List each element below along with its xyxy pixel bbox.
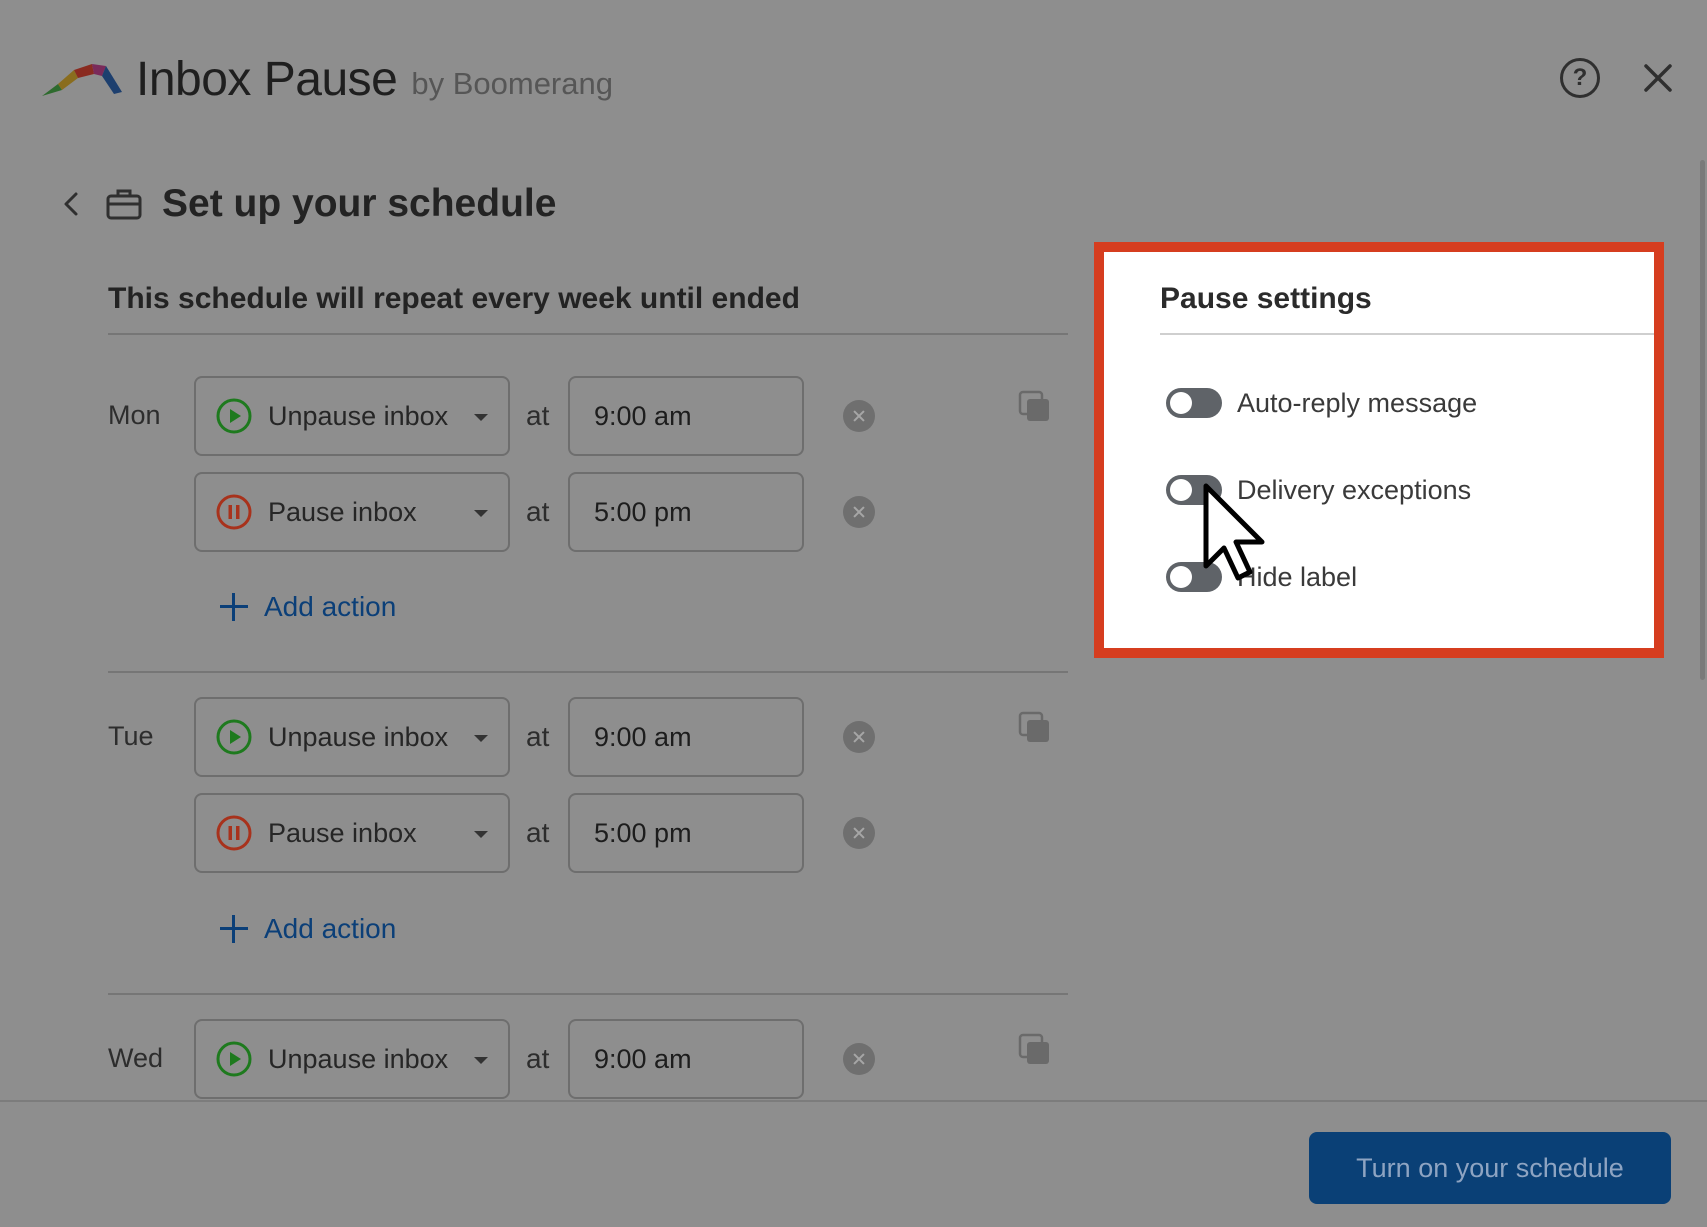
copy-day-icon[interactable] <box>1018 390 1052 424</box>
play-circle-icon <box>216 398 252 434</box>
time-input[interactable]: 5:00 pm <box>568 793 804 873</box>
time-input[interactable]: 9:00 am <box>568 1019 804 1099</box>
pause-circle-icon <box>216 815 252 851</box>
add-action-label: Add action <box>264 913 397 944</box>
play-circle-icon <box>216 719 252 755</box>
app-byline: by Boomerang <box>411 66 613 101</box>
dropdown-caret-icon <box>474 414 488 421</box>
scrollbar[interactable] <box>1700 160 1705 680</box>
dropdown-caret-icon <box>474 510 488 517</box>
day-label-tue: Tue <box>108 721 154 751</box>
schedule-subtitle: This schedule will repeat every week unt… <box>108 282 800 315</box>
help-icon[interactable]: ? <box>1560 58 1600 98</box>
at-label: at <box>526 400 550 431</box>
pause-settings-title: Pause settings <box>1160 282 1372 315</box>
dropdown-caret-icon <box>474 1057 488 1064</box>
boomerang-logo-icon <box>42 64 122 96</box>
plus-icon <box>220 593 248 621</box>
briefcase-icon <box>106 189 142 220</box>
time-input[interactable]: 9:00 am <box>568 697 804 777</box>
action-select-label: Unpause inbox <box>268 400 449 431</box>
at-label: at <box>526 496 550 527</box>
auto-reply-toggle[interactable] <box>1166 388 1222 418</box>
day-label-mon: Mon <box>108 400 161 430</box>
action-select-label: Unpause inbox <box>268 1043 449 1074</box>
divider <box>108 671 1068 673</box>
at-label: at <box>526 817 550 848</box>
play-circle-icon <box>216 1041 252 1077</box>
app-header: Inbox Pause by Boomerang <box>40 44 613 114</box>
action-select-unpause[interactable]: Unpause inbox <box>194 697 510 777</box>
add-action-button[interactable]: Add action <box>220 913 396 945</box>
close-icon[interactable] <box>1638 58 1678 98</box>
action-select-label: Unpause inbox <box>268 721 449 752</box>
time-input[interactable]: 5:00 pm <box>568 472 804 552</box>
add-action-label: Add action <box>264 591 397 622</box>
action-select-unpause[interactable]: Unpause inbox <box>194 376 510 456</box>
pause-circle-icon <box>216 494 252 530</box>
auto-reply-label: Auto-reply message <box>1237 388 1478 418</box>
add-action-button[interactable]: Add action <box>220 591 396 623</box>
remove-action-icon[interactable] <box>843 496 875 528</box>
dropdown-caret-icon <box>474 831 488 838</box>
divider <box>108 993 1068 995</box>
back-chevron-icon[interactable] <box>58 186 84 222</box>
action-select-unpause[interactable]: Unpause inbox <box>194 1019 510 1099</box>
dropdown-caret-icon <box>474 735 488 742</box>
remove-action-icon[interactable] <box>843 721 875 753</box>
action-select-label: Pause inbox <box>268 817 417 848</box>
app-title: Inbox Pause <box>136 52 398 106</box>
at-label: at <box>526 1043 550 1074</box>
day-label-wed: Wed <box>108 1043 164 1073</box>
copy-day-icon[interactable] <box>1018 711 1052 745</box>
action-select-pause[interactable]: Pause inbox <box>194 472 510 552</box>
page-title: Set up your schedule <box>162 182 557 225</box>
mouse-pointer-icon <box>1203 483 1265 581</box>
plus-icon <box>220 915 248 943</box>
action-select-pause[interactable]: Pause inbox <box>194 793 510 873</box>
copy-day-icon[interactable] <box>1018 1033 1052 1067</box>
divider <box>108 333 1068 335</box>
remove-action-icon[interactable] <box>843 817 875 849</box>
remove-action-icon[interactable] <box>843 400 875 432</box>
action-select-label: Pause inbox <box>268 496 417 527</box>
remove-action-icon[interactable] <box>843 1043 875 1075</box>
inbox-pause-dialog: Inbox Pause by Boomerang ? Set up your s… <box>0 0 1707 1227</box>
time-input[interactable]: 9:00 am <box>568 376 804 456</box>
at-label: at <box>526 721 550 752</box>
divider <box>1160 333 1654 335</box>
turn-on-schedule-button[interactable]: Turn on your schedule <box>1309 1132 1671 1204</box>
